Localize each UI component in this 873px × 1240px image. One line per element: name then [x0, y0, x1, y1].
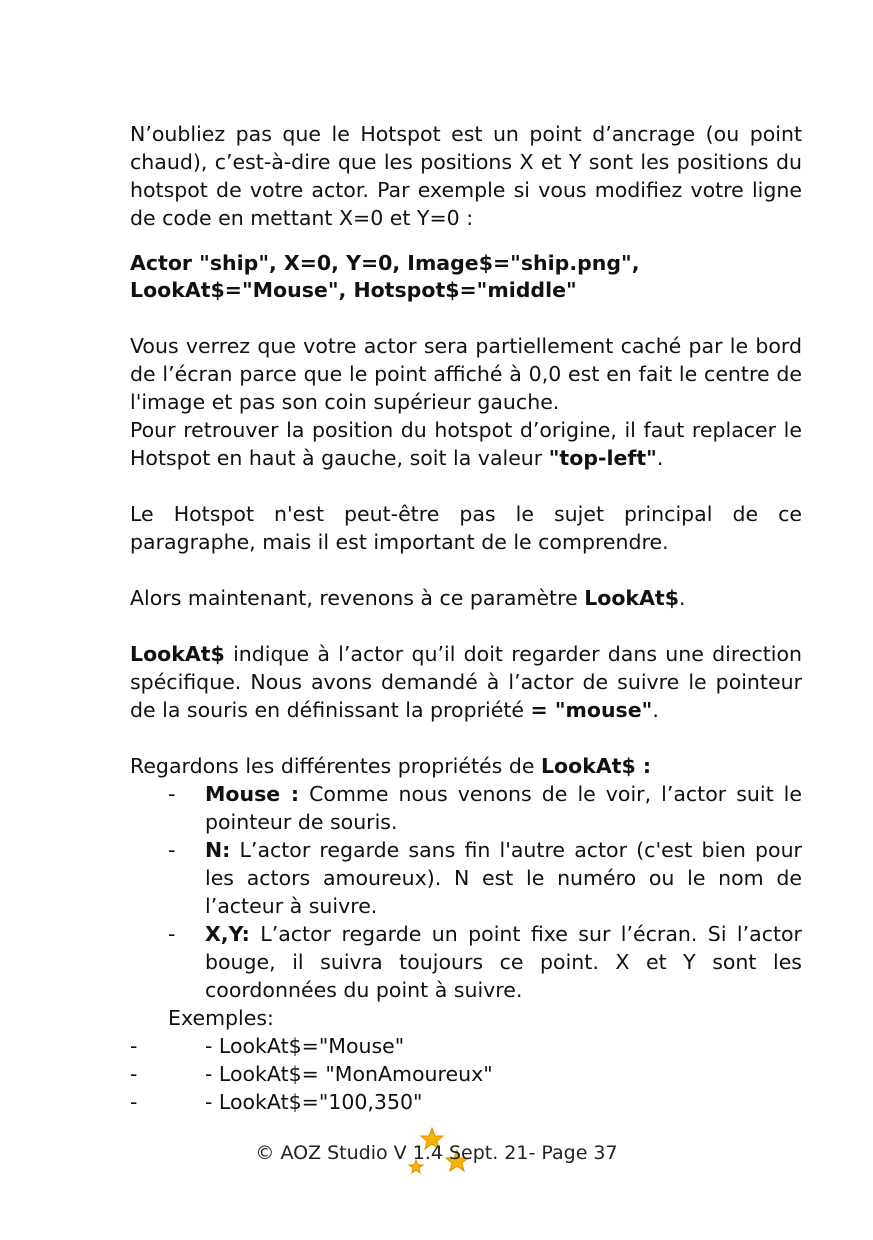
- lookat-term: LookAt$: [130, 642, 225, 666]
- top-left-text: Pour retrouver la position du hotspot d’…: [130, 418, 802, 470]
- paragraph-back-to-lookat: Alors maintenant, revenons à ce paramètr…: [130, 584, 802, 612]
- top-left-end: .: [656, 446, 664, 470]
- list-dash: -: [130, 1034, 138, 1058]
- list-dash: -: [168, 782, 176, 806]
- paragraph-lookat-description: LookAt$ indique à l’actor qu’il doit reg…: [130, 640, 802, 724]
- example-code: - LookAt$="Mouse": [205, 1034, 405, 1058]
- paragraph-properties-heading: Regardons les différentes propriétés de …: [130, 752, 802, 780]
- lookat-end: .: [652, 698, 659, 722]
- example-code: - LookAt$="100,350": [205, 1090, 423, 1114]
- list-dash: -: [168, 838, 176, 862]
- paragraph-hidden-actor: Vous verrez que votre actor sera partiel…: [130, 334, 802, 414]
- list-item: - - LookAt$= "MonAmoureux": [130, 1060, 802, 1088]
- examples-label: Exemples:: [168, 1006, 274, 1030]
- property-text: L’actor regarde un point fixe sur l’écra…: [205, 922, 802, 1002]
- code-example: Actor "ship", X=0, Y=0, Image$="ship.png…: [130, 250, 802, 304]
- list-dash: -: [130, 1090, 138, 1114]
- list-dash: -: [168, 922, 176, 946]
- top-left-value: "top-left": [548, 446, 657, 470]
- list-item: - Mouse : Comme nous venons de le voir, l…: [168, 780, 802, 836]
- code-line-2: LookAt$="Mouse", Hotspot$="middle": [130, 278, 577, 302]
- paragraph-top-left: Pour retrouver la position du hotspot d’…: [130, 416, 802, 472]
- back-end: .: [679, 586, 686, 610]
- example-code: - LookAt$= "MonAmoureux": [205, 1062, 493, 1086]
- properties-lookat-term: LookAt$ :: [540, 754, 652, 778]
- list-item: - N: L’actor regarde sans fin l'autre act…: [168, 836, 802, 920]
- property-term: Mouse :: [205, 782, 300, 806]
- list-dash: -: [130, 1062, 138, 1086]
- examples-list: - - LookAt$="Mouse" - - LookAt$= "MonAmour…: [130, 1032, 802, 1116]
- list-item: - - LookAt$="Mouse": [130, 1032, 802, 1060]
- list-item: - X,Y: L’actor regarde un point fixe sur …: [168, 920, 802, 1004]
- paragraph-hotspot-important: Le Hotspot n'est peut-être pas le sujet …: [130, 502, 802, 554]
- document-body: N’oubliez pas que le Hotspot est un poin…: [130, 120, 802, 1116]
- back-lookat-term: LookAt$: [584, 586, 679, 610]
- property-list: - Mouse : Comme nous venons de le voir, l…: [168, 780, 802, 1004]
- property-text: L’actor regarde sans fin l'autre actor (…: [205, 838, 802, 918]
- list-item: - - LookAt$="100,350": [130, 1088, 802, 1116]
- property-term: N:: [205, 838, 231, 862]
- properties-text: Regardons les différentes propriétés de: [130, 754, 541, 778]
- property-term: X,Y:: [205, 922, 250, 946]
- mouse-value: = "mouse": [530, 698, 653, 722]
- lookat-text: indique à l’actor qu’il doit regarder da…: [130, 642, 802, 722]
- code-line-1: Actor "ship", X=0, Y=0, Image$="ship.png…: [130, 251, 640, 275]
- back-text: Alors maintenant, revenons à ce paramètr…: [130, 586, 585, 610]
- page-footer: © AOZ Studio V 1.4 Sept. 21- Page 37: [255, 1142, 618, 1164]
- paragraph-hotspot-intro: N’oubliez pas que le Hotspot est un poin…: [130, 122, 802, 230]
